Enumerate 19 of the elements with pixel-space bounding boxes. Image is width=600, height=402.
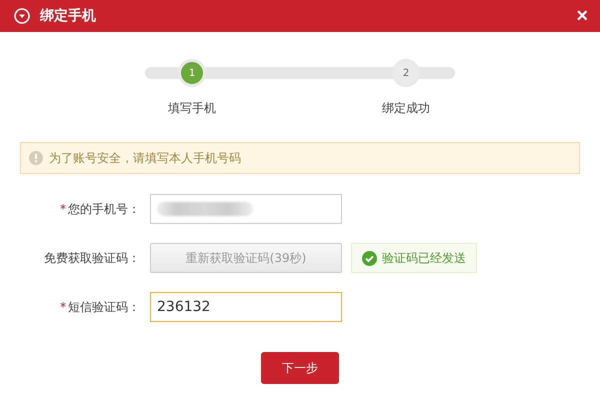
dropdown-icon[interactable] [14, 8, 30, 24]
status-text: 验证码已经发送 [382, 250, 466, 266]
phone-field[interactable] [150, 194, 342, 224]
check-icon [362, 250, 377, 266]
step-number: 2 [392, 59, 420, 87]
step-label: 绑定成功 [382, 100, 430, 117]
field-label: 短信验证码： [68, 298, 140, 316]
warning-icon [29, 151, 43, 165]
code-field[interactable]: 236132 [150, 292, 342, 322]
required-mark: * [60, 300, 66, 314]
field-label: 您的手机号： [68, 200, 140, 218]
required-mark: * [60, 202, 66, 216]
notice-text: 为了账号安全，请填写本人手机号码 [49, 150, 241, 166]
step-label: 填写手机 [168, 100, 216, 117]
step-number: 1 [178, 59, 206, 87]
close-button[interactable]: × [576, 6, 588, 26]
field-label: 免费获取验证码： [44, 250, 140, 266]
next-button[interactable]: 下一步 [261, 352, 339, 384]
window-title: 绑定手机 [40, 7, 97, 25]
